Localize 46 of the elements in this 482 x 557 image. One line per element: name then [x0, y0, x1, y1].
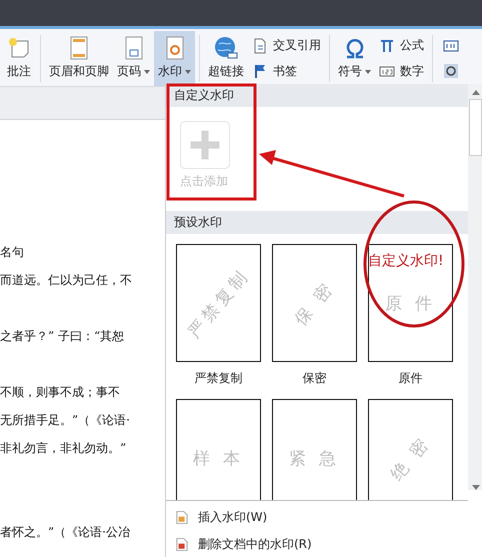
- delete-document-icon: [176, 537, 188, 552]
- flag-icon: [252, 63, 268, 80]
- document-text: 无所措手足。”（《论语·: [0, 413, 130, 427]
- watermark-text: 严禁复制: [183, 264, 254, 343]
- ribbon-button[interactable]: 页眉和页脚: [45, 31, 113, 86]
- document-text: 而道远。仁以为己任，不: [0, 273, 132, 287]
- document-text: 名句: [0, 245, 24, 259]
- ribbon-button[interactable]: 书签: [250, 60, 323, 82]
- watermark-text: 紧 急: [289, 448, 340, 470]
- document-text: 不顺，则事不成；事不: [0, 385, 120, 399]
- caret-icon: [365, 70, 371, 74]
- scroll-up-icon[interactable]: [472, 90, 480, 95]
- ribbon-button[interactable]: 符号: [334, 31, 375, 86]
- thumbnail-label: 保密: [302, 370, 326, 387]
- ribbon-button[interactable]: 超链接: [204, 31, 248, 86]
- document-text: 非礼勿言，非礼勿动。”: [0, 441, 126, 455]
- section-header: 预设水印: [166, 211, 468, 234]
- ribbon-button[interactable]: 数字: [377, 60, 426, 82]
- caret-icon: [185, 70, 191, 74]
- watermark-text: 绝 密: [386, 431, 436, 485]
- document-icon: [176, 510, 188, 525]
- scroll-down-icon[interactable]: [472, 485, 480, 490]
- ribbon-button[interactable]: 批注: [2, 31, 36, 86]
- section-header: 自定义水印: [166, 84, 468, 107]
- annotation-text: 自定义水印!: [368, 252, 444, 270]
- scroll-thumb[interactable]: [469, 99, 482, 156]
- document-text: 之者乎？” 子曰：“其恕: [0, 329, 124, 343]
- caret-icon: [144, 70, 150, 74]
- ribbon-button[interactable]: 交叉引用: [250, 35, 323, 56]
- thumbnail-label: 原件: [398, 370, 422, 387]
- scrollbar[interactable]: [468, 84, 482, 490]
- watermark-text: 保 密: [290, 276, 340, 330]
- ribbon-button[interactable]: 页码: [113, 31, 154, 86]
- thumbnail-label: 严禁复制: [194, 370, 242, 387]
- watermark-text: 样 本: [193, 448, 244, 470]
- globe-icon: [213, 35, 239, 61]
- ribbon-button[interactable]: 水印: [154, 31, 195, 86]
- text-box-icon[interactable]: [443, 38, 459, 54]
- doc-link-icon: [252, 38, 268, 54]
- document-text: 者怀之。”（《论语·公冶: [0, 525, 130, 539]
- menu-item[interactable]: 删除文档中的水印(R): [174, 534, 314, 555]
- menu-item[interactable]: 插入水印(W): [174, 507, 270, 528]
- watermark-text: 原 件: [385, 292, 436, 314]
- add-label: 点击添加: [180, 173, 228, 190]
- ribbon-button[interactable]: 公式: [377, 35, 426, 56]
- pi-icon: [379, 38, 395, 54]
